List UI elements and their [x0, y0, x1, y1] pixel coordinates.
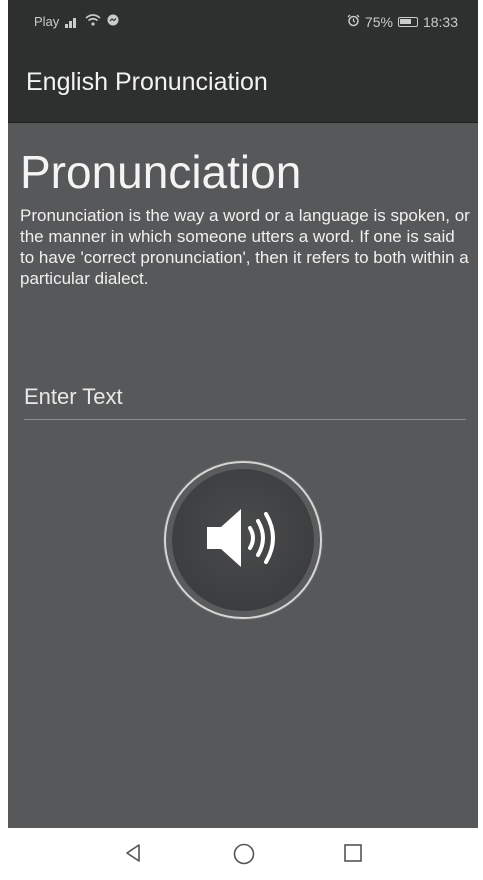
enter-text-input[interactable]	[24, 379, 466, 415]
speaker-icon	[203, 503, 283, 578]
messenger-icon	[107, 14, 119, 29]
battery-percent: 75%	[364, 14, 393, 30]
phone-screen: Play 75% 18:33 English Pronunciation Pro…	[8, 0, 478, 880]
wifi-icon	[85, 14, 101, 29]
main-content: Pronunciation Pronunciation is the way a…	[8, 123, 478, 828]
app-title: English Pronunciation	[26, 68, 268, 96]
signal-icon	[65, 16, 79, 28]
page-heading: Pronunciation	[20, 146, 302, 198]
navigation-bar	[8, 828, 478, 880]
status-bar: Play 75% 18:33	[8, 0, 478, 46]
description-text: Pronunciation is the way a word or a lan…	[20, 206, 470, 288]
status-left: Play	[34, 14, 119, 29]
recents-icon[interactable]	[342, 842, 364, 869]
speak-button[interactable]	[164, 461, 322, 619]
clock: 18:33	[422, 14, 458, 30]
status-right: 75% 18:33	[347, 14, 458, 30]
battery-icon	[397, 17, 418, 27]
app-bar: English Pronunciation	[8, 46, 478, 124]
home-icon[interactable]	[232, 842, 256, 871]
text-field	[24, 379, 466, 420]
back-icon[interactable]	[122, 842, 144, 869]
alarm-icon	[347, 14, 360, 30]
carrier-label: Play	[34, 14, 60, 29]
